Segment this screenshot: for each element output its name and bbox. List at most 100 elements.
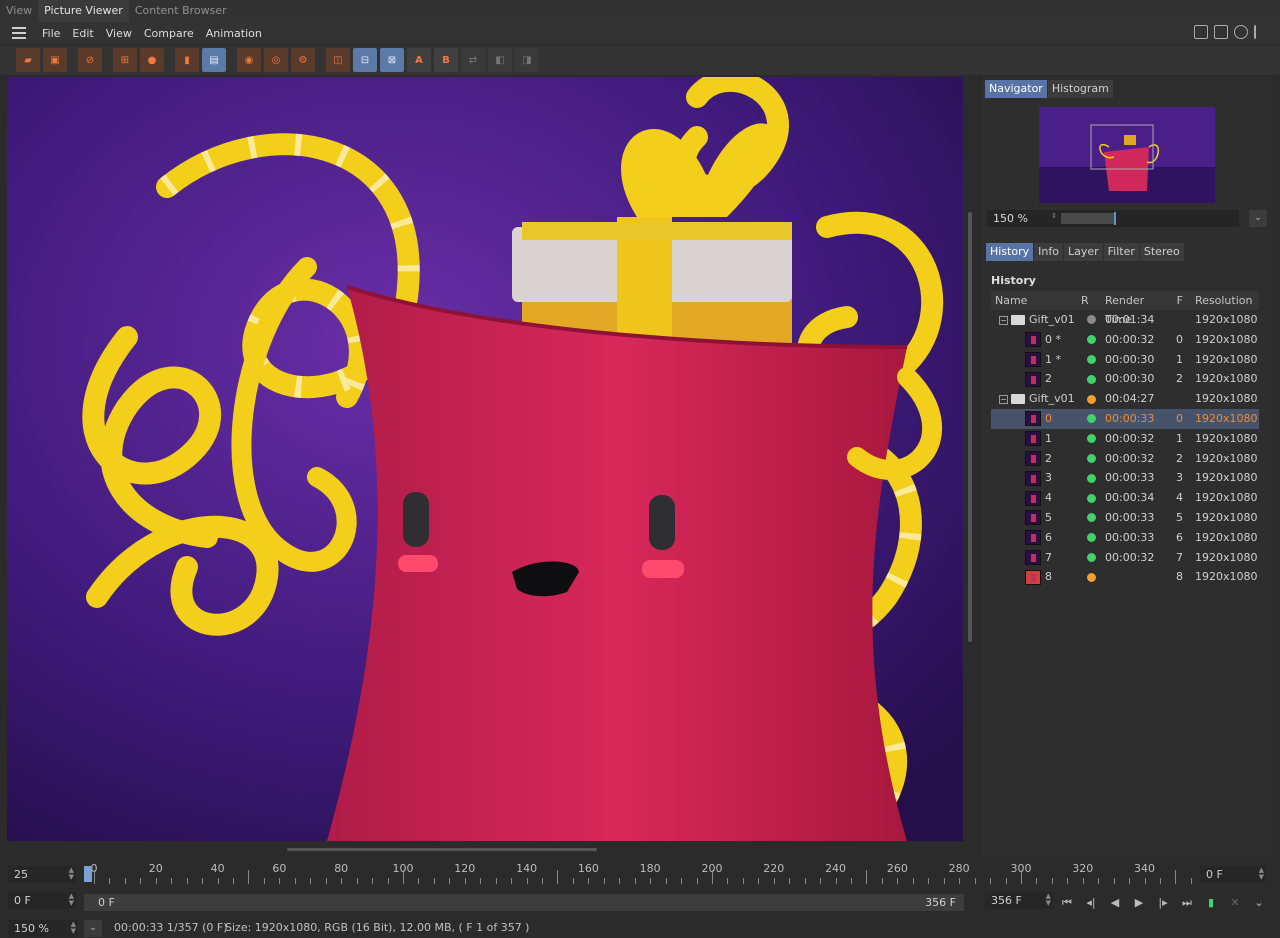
zoom-slider[interactable] (1059, 210, 1239, 227)
start-frame-field[interactable]: 0 F ▲ ▼ (8, 892, 76, 909)
menu-edit[interactable]: Edit (66, 27, 99, 40)
save-icon[interactable]: ▣ (43, 48, 67, 72)
collapse-icon[interactable]: − (999, 394, 1008, 404)
resolution: 1920x1080 (1195, 392, 1258, 406)
display-alpha-icon[interactable]: ◎ (264, 48, 288, 72)
ruler-tick-mark (341, 878, 343, 884)
tab-stereo[interactable]: Stereo (1139, 243, 1184, 261)
compare-icon[interactable]: ◫ (326, 48, 350, 72)
ab-split-icon[interactable]: ⊠ (380, 48, 404, 72)
stop-render-icon[interactable]: ⊘ (78, 48, 102, 72)
tab-filter[interactable]: Filter (1103, 243, 1139, 261)
play-icon[interactable]: ▶ (1130, 894, 1148, 911)
open-folder-icon[interactable]: ▰ (16, 48, 40, 72)
zoom-field[interactable]: 150 % ⇕ (987, 210, 1059, 227)
render-settings-icon[interactable]: ● (140, 48, 164, 72)
history-group-row[interactable]: − Gift_v01 00:01:34 1920x1080 (991, 310, 1259, 330)
ruler-tick-mark (681, 878, 683, 884)
frame-number: 6 (1176, 530, 1183, 544)
swap-ab-icon[interactable]: ⇄ (461, 48, 485, 72)
column-header[interactable]: Name (991, 291, 1081, 310)
history-item-row[interactable]: 0 00:00:33 0 1920x1080 (991, 408, 1259, 429)
column-header[interactable]: F (1167, 291, 1187, 310)
status-zoom-field[interactable]: 150 % ▲ ▼ (8, 920, 78, 937)
ruler-tick-label: 60 (272, 862, 287, 875)
current-frame-field[interactable]: 0 F ▲ ▼ (1200, 866, 1266, 883)
history-item-row[interactable]: 2 00:00:32 2 1920x1080 (991, 449, 1259, 469)
pin-icon[interactable] (1254, 25, 1268, 39)
timeline-ruler[interactable]: 0 20 40 60 80 100 120 140 160 180 200 220 240 260 280 3… (84, 862, 1194, 886)
layers-icon[interactable]: ▤ (202, 48, 226, 72)
menu-view[interactable]: View (100, 27, 138, 40)
ruler-tick-mark (1082, 878, 1084, 884)
history-item-row[interactable]: 3 00:00:33 3 1920x1080 (991, 468, 1259, 488)
history-item-row[interactable]: 6 00:00:33 6 1920x1080 (991, 528, 1259, 548)
navigator-thumbnail[interactable] (1039, 107, 1215, 203)
move-icon[interactable] (1234, 25, 1248, 39)
tab-history[interactable]: History (986, 243, 1034, 261)
render-viewport[interactable] (7, 77, 963, 841)
history-item-row[interactable]: 5 00:00:33 5 1920x1080 (991, 508, 1259, 528)
tab-picture-viewer[interactable]: Picture Viewer (38, 0, 129, 22)
history-item-row[interactable]: 8 8 1920x1080 (991, 567, 1259, 587)
collapse-icon[interactable]: − (999, 315, 1008, 325)
delete-icon[interactable]: ▮ (175, 48, 199, 72)
range-bar[interactable]: 0 F 356 F (84, 894, 964, 911)
status-zoom-dropdown-icon[interactable]: ⌄ (84, 920, 102, 937)
options-dropdown-icon[interactable]: ⌄ (1250, 894, 1268, 911)
fps-field[interactable]: 25 ▲ ▼ (8, 866, 76, 883)
playhead[interactable] (84, 866, 92, 882)
set-b-button[interactable]: B (434, 48, 458, 72)
ruler-tick-mark (742, 878, 744, 884)
tab-navigator[interactable]: Navigator (985, 80, 1047, 98)
menu-animation[interactable]: Animation (200, 27, 268, 40)
zoom-dropdown-icon[interactable]: ⌄ (1249, 210, 1267, 227)
ruler-tick-mark (1005, 878, 1007, 884)
difference-icon[interactable]: ◨ (515, 48, 539, 72)
go-to-start-icon[interactable]: ⏮ (1058, 894, 1076, 911)
ruler-tick-mark (557, 870, 559, 884)
display-icon[interactable]: ◉ (237, 48, 261, 72)
column-header[interactable]: Resolution (1187, 291, 1259, 310)
split-view-icon[interactable]: ◧ (488, 48, 512, 72)
history-item-row[interactable]: 4 00:00:34 4 1920x1080 (991, 488, 1259, 508)
history-group-row[interactable]: − Gift_v01 00:04:27 1920x1080 (991, 389, 1259, 409)
column-header[interactable]: Render Time (1101, 291, 1167, 326)
play-reverse-icon[interactable]: ◀ (1106, 894, 1124, 911)
loop-icon[interactable]: ▮ (1202, 894, 1220, 911)
menu-file[interactable]: File (36, 27, 66, 40)
render-region-icon[interactable]: ⊞ (113, 48, 137, 72)
resolution: 1920x1080 (1195, 570, 1258, 584)
menu-compare[interactable]: Compare (138, 27, 200, 40)
hamburger-menu-icon[interactable] (12, 26, 30, 40)
end-frame-field[interactable]: 356 F ▲ ▼ (985, 892, 1053, 909)
history-item-row[interactable]: 0 * 00:00:32 0 1920x1080 (991, 330, 1259, 350)
column-header[interactable]: R (1081, 291, 1101, 310)
vertical-scrollbar[interactable] (965, 77, 975, 841)
history-item-row[interactable]: 1 00:00:32 1 1920x1080 (991, 429, 1259, 449)
tab-histogram[interactable]: Histogram (1047, 80, 1113, 98)
history-item-row[interactable]: 1 * 00:00:30 1 1920x1080 (991, 350, 1259, 370)
filter-icon[interactable]: ⚙ (291, 48, 315, 72)
next-frame-icon[interactable]: |▸ (1154, 894, 1172, 911)
mute-icon[interactable]: ✕ (1226, 894, 1244, 911)
frame-number: 8 (1176, 570, 1183, 584)
go-to-end-icon[interactable]: ⏭ (1178, 894, 1196, 911)
prev-frame-icon[interactable]: ◂| (1082, 894, 1100, 911)
tab-layer[interactable]: Layer (1063, 243, 1103, 261)
resolution: 1920x1080 (1195, 332, 1258, 346)
horizontal-scrollbar[interactable] (7, 842, 975, 856)
ruler-tick-label: 160 (577, 862, 599, 875)
tab-view[interactable]: View (0, 0, 38, 22)
history-item-row[interactable]: 2 00:00:30 2 1920x1080 (991, 369, 1259, 389)
ab-compare-icon[interactable]: ⊟ (353, 48, 377, 72)
tab-info[interactable]: Info (1034, 243, 1063, 261)
render-time: 00:00:33 (1105, 471, 1155, 485)
history-item-row[interactable]: 7 00:00:32 7 1920x1080 (991, 548, 1259, 568)
panel-layout-icon[interactable] (1194, 25, 1208, 39)
ruler-tick-mark (758, 878, 760, 884)
frame-number: 0 (1176, 411, 1183, 425)
tab-content-browser[interactable]: Content Browser (129, 0, 233, 22)
set-a-button[interactable]: A (407, 48, 431, 72)
new-window-icon[interactable] (1214, 25, 1228, 39)
